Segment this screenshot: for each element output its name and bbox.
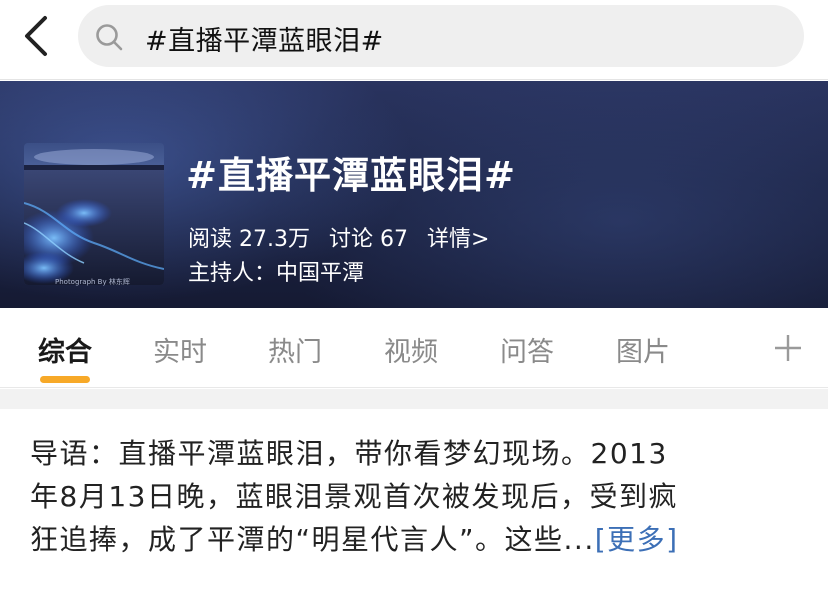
search-input[interactable]: #直播平潭蓝眼泪# (78, 5, 804, 67)
discussion-count: 讨论 67 (328, 227, 408, 252)
section-divider (0, 389, 828, 409)
tab-bar: 综合 实时 热门 视频 问答 图片 (0, 308, 828, 388)
tab-images[interactable]: 图片 (616, 330, 670, 369)
tab-comprehensive[interactable]: 综合 (38, 330, 92, 369)
thumbnail-caption: Photograph By 林东辉 (55, 278, 130, 286)
topic-thumbnail[interactable] (24, 143, 164, 285)
search-icon (96, 24, 123, 51)
topic-header: Photograph By 林东辉 #直播平潭蓝眼泪# 阅读 27.3万 讨论 … (0, 81, 828, 308)
active-tab-indicator (40, 376, 90, 383)
details-link[interactable]: 详情> (427, 227, 489, 252)
topic-stats: 阅读 27.3万 讨论 67 详情> (188, 221, 501, 253)
intro-line-text: 狂追捧，成了平潭的“明星代言人”。这些... (30, 523, 595, 556)
search-bar: #直播平潭蓝眼泪# (0, 0, 828, 80)
topic-intro: 导语：直播平潭蓝眼泪，带你看梦幻现场。2013 年8月13日晚，蓝眼泪景观首次被… (30, 432, 805, 561)
tab-hot[interactable]: 热门 (268, 330, 322, 369)
plus-icon[interactable] (772, 332, 804, 364)
topic-host: 主持人：中国平潭 (188, 261, 365, 286)
intro-line: 年8月13日晚，蓝眼泪景观首次被发现后，受到疯 (30, 480, 678, 513)
intro-line: 狂追捧，成了平潭的“明星代言人”。这些...[更多] (30, 518, 805, 561)
topic-title: #直播平潭蓝眼泪# (186, 154, 517, 197)
search-query: #直播平潭蓝眼泪# (145, 26, 384, 57)
back-arrow-icon (25, 16, 47, 56)
read-count: 阅读 27.3万 (188, 227, 310, 252)
tab-video[interactable]: 视频 (384, 330, 438, 369)
intro-line: 导语：直播平潭蓝眼泪，带你看梦幻现场。2013 (30, 437, 668, 470)
tab-realtime[interactable]: 实时 (153, 330, 207, 369)
back-button[interactable] (14, 14, 58, 58)
tab-qa[interactable]: 问答 (500, 330, 554, 369)
topic-page: #直播平潭蓝眼泪# Photograph By 林东辉 #直播平潭蓝眼泪# 阅读… (0, 0, 828, 595)
more-link[interactable]: [更多] (595, 523, 679, 556)
